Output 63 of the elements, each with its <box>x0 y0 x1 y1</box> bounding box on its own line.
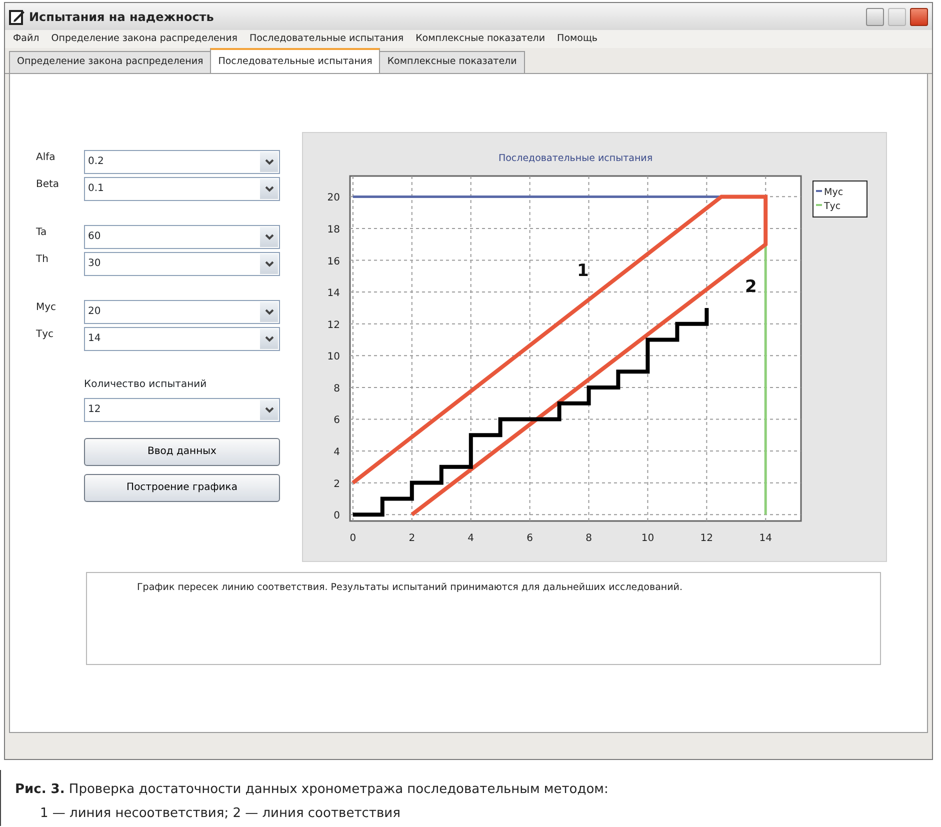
line-label: 2 <box>745 276 757 297</box>
field-label: Ta <box>36 226 48 240</box>
field-label: Beta <box>36 178 60 192</box>
x-tick-label: 0 <box>350 532 356 544</box>
caption-text: Рис. 3. Проверка достаточности данных хронометража последовательным методом: <box>15 781 608 799</box>
x-tick-label: 2 <box>408 532 416 544</box>
chevron-down-icon <box>264 234 274 240</box>
y-tick-label: 16 <box>327 256 340 267</box>
y-tick-label: 2 <box>334 478 340 490</box>
field-label: Тус <box>36 328 55 342</box>
menu-item[interactable]: Последовательные испытания <box>249 32 404 46</box>
tab[interactable]: Определение закона распределения <box>9 51 212 72</box>
menu-item[interactable]: Помощь <box>557 32 598 46</box>
y-tick-label: 6 <box>334 414 340 426</box>
y-tick-label: 14 <box>327 288 340 299</box>
window-title: Испытания на надежность <box>29 8 214 26</box>
tab[interactable]: Последовательные испытания <box>210 48 380 72</box>
y-tick-label: 12 <box>327 319 340 330</box>
y-tick-label: 20 <box>327 192 340 204</box>
x-tick-label: 4 <box>468 532 474 544</box>
dropdown[interactable]: 60 <box>84 224 280 248</box>
chevron-down-icon <box>264 406 274 412</box>
dropdown[interactable]: 30 <box>84 252 280 276</box>
field-label: Th <box>36 252 50 266</box>
field-label: Мус <box>36 300 58 314</box>
close-button[interactable] <box>910 8 928 26</box>
dropdown[interactable]: 12 <box>84 398 280 422</box>
tab[interactable]: Комплексные показатели <box>379 51 525 72</box>
button[interactable]: Ввод данных <box>84 438 280 466</box>
y-tick-label: 10 <box>327 351 340 362</box>
legend-label: Мус <box>824 186 844 198</box>
chevron-down-icon <box>264 260 274 266</box>
field-label: Количество испытаний <box>84 378 207 392</box>
chevron-down-icon <box>264 186 274 192</box>
legend-label: Тус <box>824 200 841 212</box>
y-tick-label: 8 <box>334 382 340 394</box>
dropdown[interactable]: 0.2 <box>84 150 280 174</box>
dropdown[interactable]: 20 <box>84 300 280 324</box>
menu-item[interactable]: Файл <box>13 32 40 46</box>
y-tick-label: 0 <box>334 510 340 522</box>
legend-box <box>812 180 868 217</box>
x-tick-label: 10 <box>641 532 654 544</box>
chart-title: Последовательные испытания <box>498 152 653 164</box>
edit-icon <box>9 8 25 24</box>
x-tick-label: 14 <box>759 532 772 544</box>
dropdown[interactable]: 14 <box>84 326 280 350</box>
x-tick-label: 6 <box>526 532 533 544</box>
minimize-button[interactable] <box>866 8 884 26</box>
y-tick-label: 18 <box>327 224 340 235</box>
chevron-down-icon <box>264 336 274 342</box>
chevron-down-icon <box>264 158 274 164</box>
line-label: 1 <box>576 260 589 281</box>
x-tick-label: 12 <box>700 532 714 544</box>
chevron-down-icon <box>264 308 274 314</box>
menu-item[interactable]: Комплексные показатели <box>416 32 546 46</box>
field-label: Alfa <box>36 150 56 164</box>
x-tick-label: 8 <box>586 532 592 544</box>
y-tick-label: 4 <box>334 446 340 458</box>
status-message: График пересек линию соответствия. Результаты испытаний принимаются для дальнейших исследований. <box>86 572 881 664</box>
button[interactable]: Построение графика <box>84 474 280 502</box>
dropdown[interactable]: 0.1 <box>84 176 280 200</box>
caption-text: 1 — линия несоответствия; 2 — линия соответствия <box>39 805 400 824</box>
menu-item[interactable]: Определение закона распределения <box>51 32 238 46</box>
